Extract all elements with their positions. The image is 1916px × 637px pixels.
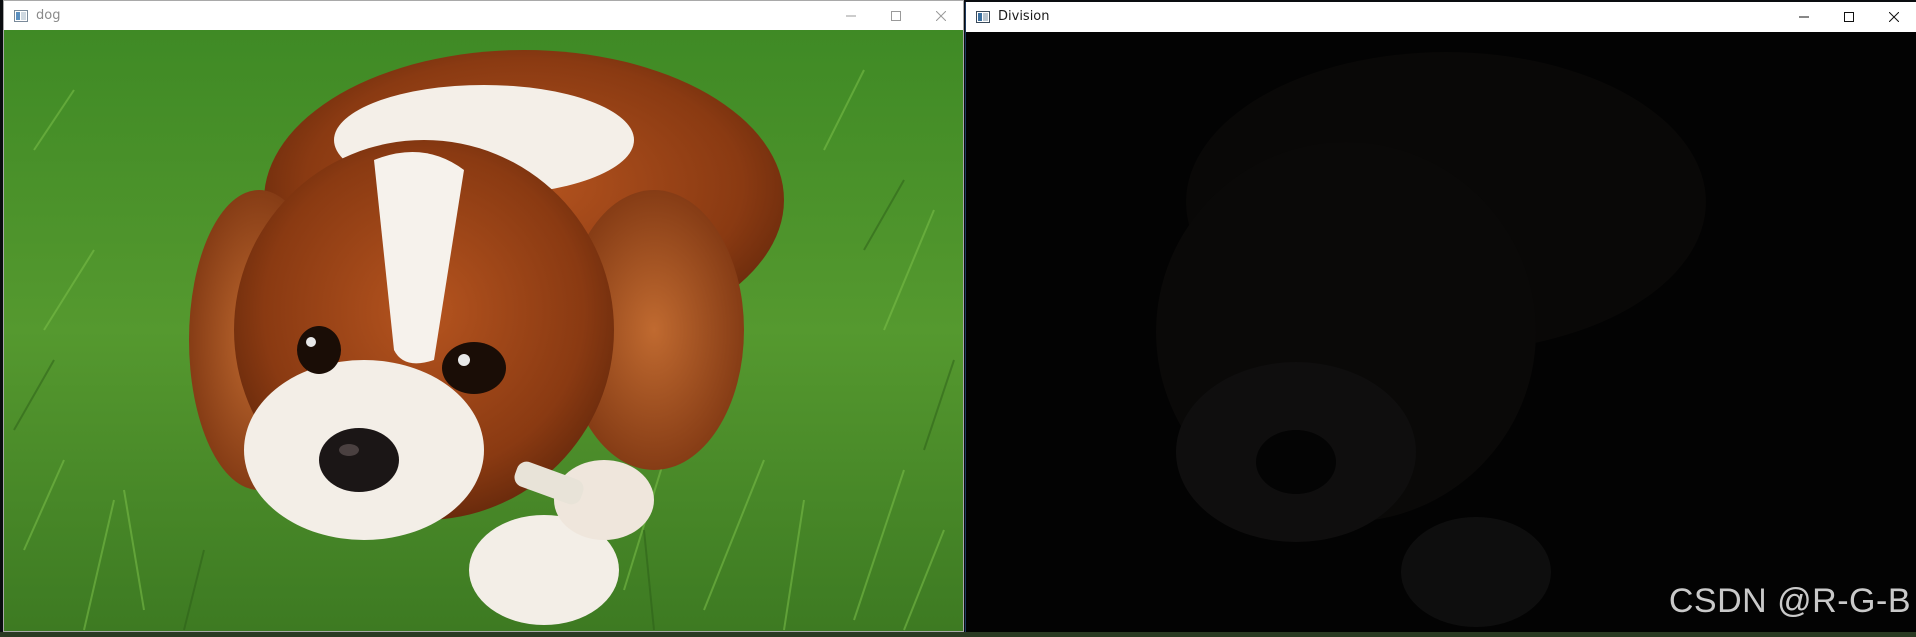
minimize-icon — [845, 15, 856, 16]
division-close-button[interactable] — [1871, 2, 1916, 31]
dog-window-controls — [828, 1, 963, 30]
dog-photo — [4, 30, 963, 631]
division-result-image — [966, 32, 1916, 633]
dog-window-title: dog — [36, 8, 61, 23]
csdn-watermark: CSDN @R-G-B — [1668, 582, 1911, 620]
division-maximize-button[interactable] — [1826, 2, 1871, 31]
maximize-icon — [1843, 11, 1854, 22]
desktop: dog Division CSDN @R-G-B — [0, 0, 1916, 637]
close-icon — [1888, 11, 1899, 22]
dog-minimize-button[interactable] — [828, 1, 873, 30]
division-titlebar[interactable]: Division — [966, 2, 1916, 31]
dog-window[interactable]: dog — [3, 0, 964, 632]
division-minimize-button[interactable] — [1781, 2, 1826, 31]
dog-titlebar[interactable]: dog — [4, 1, 963, 30]
maximize-icon — [890, 10, 901, 21]
division-window[interactable]: Division CSDN @R-G-B — [965, 2, 1916, 633]
dog-close-button[interactable] — [918, 1, 963, 30]
dog-image-canvas — [4, 30, 963, 631]
image-window-icon — [976, 10, 990, 23]
close-icon — [935, 10, 946, 21]
minimize-icon — [1798, 16, 1809, 17]
division-window-controls — [1781, 2, 1916, 31]
division-image-canvas: CSDN @R-G-B — [966, 32, 1916, 633]
division-window-title: Division — [998, 9, 1050, 24]
desktop-bottom-strip — [0, 632, 1916, 637]
image-window-icon — [14, 9, 28, 22]
dog-maximize-button[interactable] — [873, 1, 918, 30]
